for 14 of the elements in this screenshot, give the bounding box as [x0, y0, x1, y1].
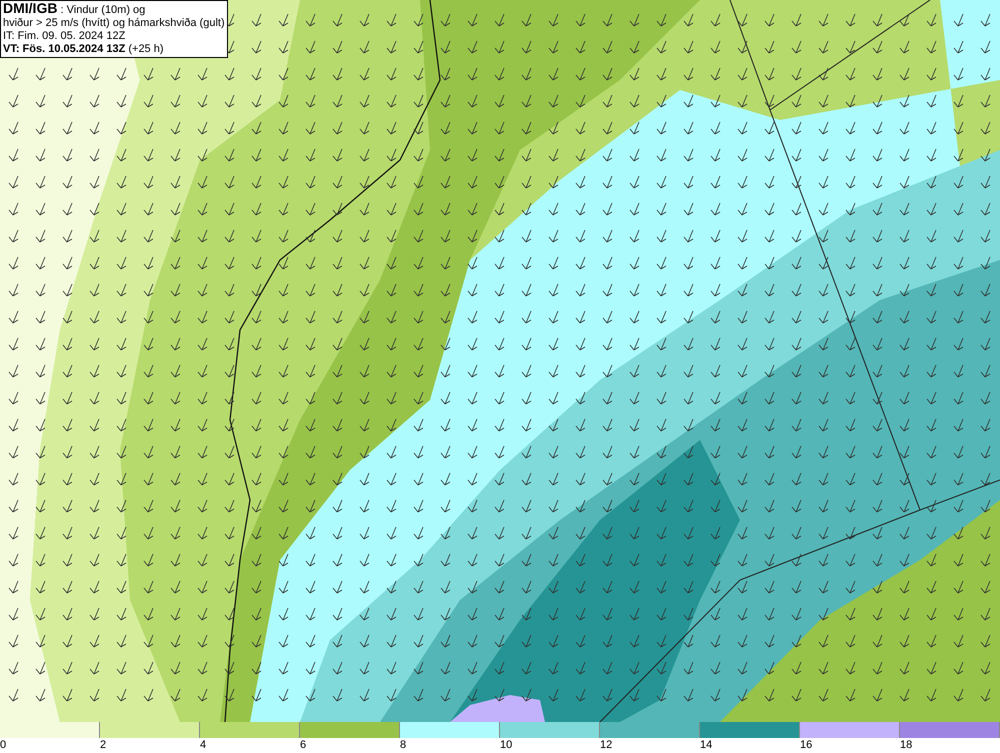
legend-label: 14: [700, 738, 712, 753]
legend-label: 4: [200, 738, 206, 753]
legend-label: 12: [600, 738, 612, 753]
legend-label: 6: [300, 738, 306, 753]
info-text: IT: Fim. 09. 05. 2024 12Z: [3, 30, 126, 43]
info-text: hviður > 25 m/s (hvítt) og hámarkshviða (gult): [3, 17, 225, 30]
legend-label: 16: [800, 738, 812, 753]
legend-label: 8: [400, 738, 406, 753]
info-text: DMI/IGB : Vindur (10m) og: [3, 2, 146, 17]
legend-label: 0: [0, 738, 6, 753]
info-text: VT: Fös. 10.05.2024 13Z (+25 h): [3, 43, 165, 56]
legend-label: 10: [500, 738, 512, 753]
legend-label: 2: [100, 738, 106, 753]
legend-label: 18: [900, 738, 912, 753]
